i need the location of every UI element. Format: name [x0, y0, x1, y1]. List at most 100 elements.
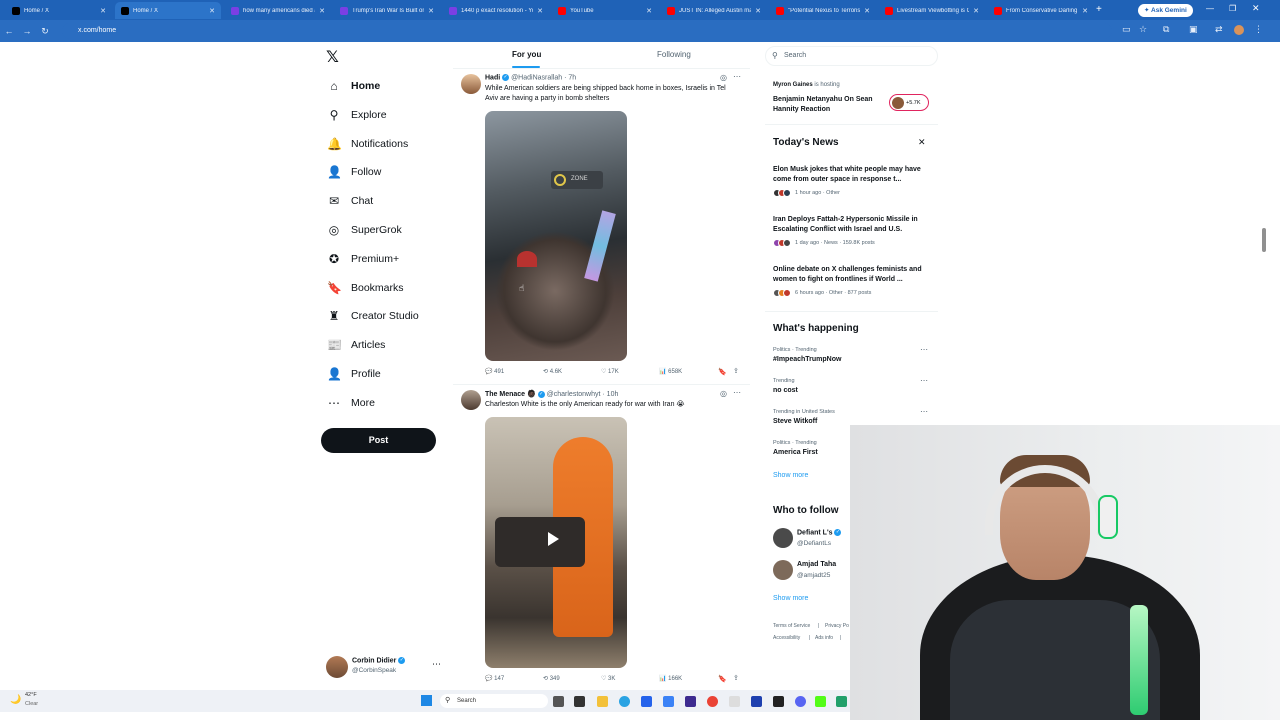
terminal-icon[interactable]: [574, 696, 585, 707]
ask-gemini-button[interactable]: ✦ Ask Gemini: [1138, 4, 1193, 17]
browser-tab[interactable]: From Conservative Darling ✕: [988, 2, 1094, 19]
like-button[interactable]: ♡ 3K: [601, 675, 615, 682]
show-more-link[interactable]: Show more: [773, 472, 808, 479]
share-icon[interactable]: ⇪: [733, 674, 739, 682]
tweet-time[interactable]: · 10h: [602, 391, 618, 398]
footer-privacy-link[interactable]: Privacy Po: [825, 623, 849, 629]
chrome-icon[interactable]: [707, 696, 718, 707]
grok-icon[interactable]: ◎: [720, 389, 727, 398]
follow-name[interactable]: Defiant L's ✓: [797, 529, 842, 536]
tab-close-icon[interactable]: ✕: [755, 7, 761, 15]
minimize-icon[interactable]: —: [1206, 4, 1214, 13]
like-button[interactable]: ♡ 17K: [601, 368, 619, 375]
url-field[interactable]: x.com/home: [62, 23, 1112, 39]
tab-close-icon[interactable]: ✕: [209, 7, 215, 15]
account-name[interactable]: Corbin Didier ✓: [352, 657, 406, 664]
nav-item-notifications[interactable]: 🔔 Notifications: [327, 133, 408, 155]
account-avatar[interactable]: [326, 656, 348, 678]
tweet-video[interactable]: [485, 417, 627, 668]
tab-close-icon[interactable]: ✕: [973, 7, 979, 15]
close-icon[interactable]: ✕: [918, 137, 926, 148]
bookmark-icon[interactable]: 🔖: [718, 675, 727, 683]
browser-profile-avatar[interactable]: [1234, 25, 1244, 35]
bookmark-icon[interactable]: 🔖: [718, 368, 727, 376]
tab-close-icon[interactable]: ✕: [428, 7, 434, 15]
tweet-author[interactable]: Hadi ✓ @HadiNasrallah · 7h: [485, 74, 576, 81]
trend-more-icon[interactable]: ⋯: [920, 345, 928, 354]
obs-icon[interactable]: [773, 696, 784, 707]
tab-close-icon[interactable]: ✕: [537, 7, 543, 15]
windows-start-icon[interactable]: [421, 695, 432, 706]
browser-menu-icon[interactable]: ⋮: [1254, 24, 1263, 35]
repost-button[interactable]: ⟲ 349: [543, 675, 560, 682]
trend-name[interactable]: America First: [773, 449, 818, 456]
space-listeners-badge[interactable]: +5.7K: [889, 94, 929, 111]
nav-item-more[interactable]: ⋯ More: [327, 392, 375, 414]
document-icon[interactable]: [729, 696, 740, 707]
repost-button[interactable]: ⟲ 4.6K: [543, 368, 562, 375]
browser-tab[interactable]: Trump's Iran War Is Built on ✕: [334, 2, 440, 19]
search-input[interactable]: ⚲ Search: [765, 46, 938, 66]
maximize-icon[interactable]: ❐: [1229, 4, 1236, 13]
play-icon[interactable]: [548, 532, 559, 546]
tab-close-icon[interactable]: ✕: [100, 7, 106, 15]
sidebar-icon[interactable]: ▣: [1189, 24, 1198, 35]
browser-tab[interactable]: Home / X ✕: [115, 2, 221, 19]
star-icon[interactable]: ☆: [1139, 24, 1147, 35]
page-scrollbar[interactable]: [1262, 228, 1266, 252]
nav-item-chat[interactable]: ✉ Chat: [327, 190, 373, 212]
nav-item-supergrok[interactable]: ◎ SuperGrok: [327, 219, 402, 241]
tab-close-icon[interactable]: ✕: [1082, 7, 1088, 15]
file-explorer-icon[interactable]: [597, 696, 608, 707]
discord-icon[interactable]: [795, 696, 806, 707]
browser-tab[interactable]: JUST IN: Alleged Austin ma ✕: [661, 2, 767, 19]
edge-icon[interactable]: [619, 696, 630, 707]
premiere-icon[interactable]: [685, 696, 696, 707]
tweet-more-icon[interactable]: ⋯: [733, 72, 741, 81]
tweet-avatar[interactable]: [461, 390, 481, 410]
post-button[interactable]: Post: [321, 428, 436, 453]
nav-item-articles[interactable]: 📰 Articles: [327, 334, 385, 356]
kick-icon[interactable]: [815, 696, 826, 707]
follow-show-more-link[interactable]: Show more: [773, 595, 808, 602]
tweet-avatar[interactable]: [461, 74, 481, 94]
space-title[interactable]: Benjamin Netanyahu On Sean Hannity React…: [773, 95, 885, 115]
taskview-icon[interactable]: [553, 696, 564, 707]
browser-tab[interactable]: 1440 p exact resolution - Yo ✕: [443, 2, 549, 19]
translate-icon[interactable]: ⇄: [1215, 24, 1223, 35]
tweet-time[interactable]: · 7h: [564, 74, 576, 81]
account-more-icon[interactable]: ⋯: [432, 659, 441, 670]
photoshop-icon[interactable]: [751, 696, 762, 707]
news-headline[interactable]: Iran Deploys Fattah-2 Hypersonic Missile…: [773, 215, 933, 235]
browser-tab[interactable]: Livestream Viewbotting is G ✕: [879, 2, 985, 19]
space-host[interactable]: Myron Gaines is hosting: [773, 82, 840, 88]
follow-avatar[interactable]: [773, 560, 793, 580]
taskbar-search[interactable]: ⚲ Search: [440, 694, 548, 708]
follow-avatar[interactable]: [773, 528, 793, 548]
news-headline[interactable]: Online debate on X challenges feminists …: [773, 265, 933, 285]
store-icon[interactable]: [641, 696, 652, 707]
nav-item-premium-[interactable]: ✪ Premium+: [327, 248, 399, 270]
tweet-more-icon[interactable]: ⋯: [733, 388, 741, 397]
tab-close-icon[interactable]: ✕: [646, 7, 652, 15]
browser-tab[interactable]: how many americans died a ✕: [225, 2, 331, 19]
nav-item-explore[interactable]: ⚲ Explore: [327, 104, 387, 126]
news-headline[interactable]: Elon Musk jokes that white people may ha…: [773, 165, 933, 185]
reply-button[interactable]: 💬 491: [485, 368, 504, 375]
footer-terms-link[interactable]: Terms of Service: [773, 623, 810, 629]
extensions-icon[interactable]: ⧉: [1163, 24, 1169, 35]
tab-close-icon[interactable]: ✕: [864, 7, 870, 15]
trend-name[interactable]: no cost: [773, 387, 798, 394]
nav-item-creator-studio[interactable]: ♜ Creator Studio: [327, 305, 419, 327]
nav-item-profile[interactable]: 👤 Profile: [327, 363, 381, 385]
nav-item-follow[interactable]: 👤 Follow: [327, 161, 381, 183]
weather-icon[interactable]: 🌙: [10, 694, 21, 705]
views-button[interactable]: 📊 658K: [659, 368, 682, 375]
notepad-icon[interactable]: [663, 696, 674, 707]
tab-close-icon[interactable]: ✕: [319, 7, 325, 15]
follow-name[interactable]: Amjad Taha: [797, 561, 836, 568]
trend-more-icon[interactable]: ⋯: [920, 407, 928, 416]
browser-tab[interactable]: Home / X ✕: [6, 2, 112, 19]
trend-more-icon[interactable]: ⋯: [920, 376, 928, 385]
browser-tab[interactable]: "Potential Nexus to Terroris ✕: [770, 2, 876, 19]
